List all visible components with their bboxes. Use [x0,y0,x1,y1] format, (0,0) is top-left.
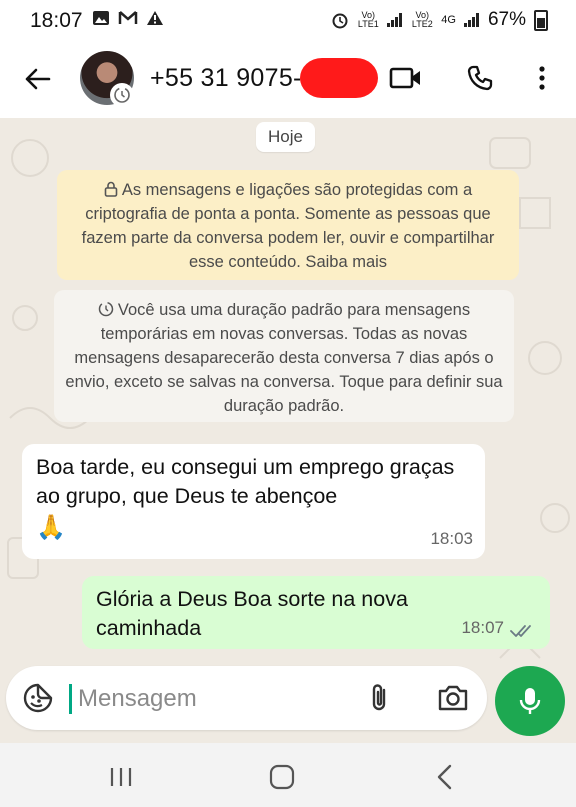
message-composer [6,666,487,730]
message-text: Glória a Deus Boa sorte na nova caminhad… [96,587,408,640]
status-time: 18:07 [30,9,83,32]
home-button[interactable] [264,759,300,795]
gmail-icon [118,11,138,24]
disappearing-messages-notice[interactable]: Você usa uma duração padrão para mensage… [54,290,514,422]
outgoing-message[interactable]: Glória a Deus Boa sorte na nova caminhad… [82,576,550,649]
back-nav-button[interactable] [426,759,462,795]
disappearing-timer-badge-icon [110,83,134,107]
arrow-left-icon [25,68,51,90]
paperclip-icon[interactable] [364,682,396,714]
signal-icon-1 [387,13,403,27]
sim1-label: Vo) LTE1 [357,10,379,29]
incoming-message[interactable]: Boa tarde, eu consegui um emprego graças… [22,444,485,559]
encryption-notice-text: As mensagens e ligações são protegidas c… [81,181,495,271]
chat-area[interactable]: Hoje As mensagens e ligações são protegi… [0,118,576,742]
voice-call-button[interactable] [460,58,500,98]
microphone-icon [519,688,541,714]
message-time: 18:07 [461,618,504,637]
message-time: 18:03 [430,529,473,548]
lock-icon [104,181,118,197]
chevron-left-icon [437,764,452,790]
battery-percent: 67% [487,9,526,30]
home-icon [269,764,295,790]
more-options-button[interactable] [522,58,562,98]
timer-icon [98,301,114,317]
double-check-icon [510,625,531,637]
more-vertical-icon [539,66,545,90]
sticker-emoji-icon[interactable] [22,682,54,714]
video-camera-icon [389,67,420,89]
warning-icon [147,11,163,25]
notification-icons [92,10,164,26]
text-caret [69,684,72,714]
message-text: Boa tarde, eu consegui um emprego graças… [36,455,455,508]
gallery-icon [93,11,109,25]
date-divider: Hoje [256,122,315,152]
video-call-button[interactable] [386,58,426,98]
message-emoji: 🙏 [36,514,66,541]
composer-area [0,658,576,743]
message-input[interactable] [76,678,340,720]
network-label: 4G [441,13,456,26]
chat-header: +55 31 9075- [0,40,576,118]
system-navigation-bar [0,743,576,807]
phone-icon [467,65,493,91]
encryption-notice[interactable]: As mensagens e ligações são protegidas c… [57,170,519,280]
contact-name[interactable]: +55 31 9075- [150,64,302,93]
signal-icon-2 [463,13,480,27]
redaction-mark [300,58,378,98]
status-bar: 18:07 Vo) LTE1 Vo) LTE2 4G 67% [0,0,576,40]
alarm-icon [332,13,348,29]
battery-icon [534,9,548,31]
camera-icon[interactable] [436,682,470,714]
recent-apps-icon [110,768,132,786]
disappearing-notice-text: Você usa uma duração padrão para mensage… [65,301,503,415]
sim2-label: Vo) LTE2 [411,10,433,29]
status-right-group: Vo) LTE1 Vo) LTE2 4G 67% [331,9,548,31]
recent-apps-button[interactable] [103,759,139,795]
voice-message-button[interactable] [495,666,565,736]
back-button[interactable] [20,62,54,96]
